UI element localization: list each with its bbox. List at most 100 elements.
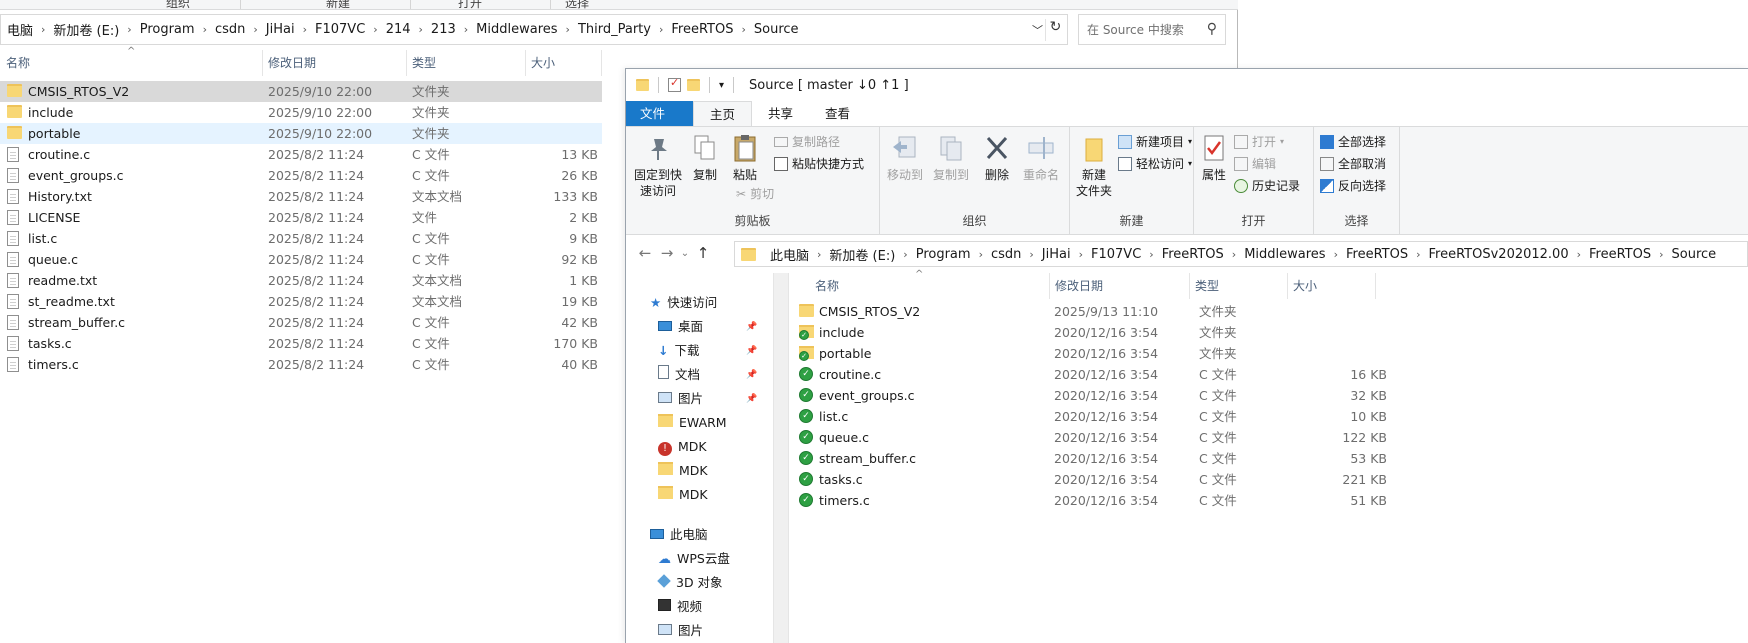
breadcrumb-item[interactable]: JiHai bbox=[1036, 247, 1077, 262]
breadcrumb-item[interactable]: Middlewares bbox=[470, 22, 563, 37]
paste-button[interactable]: 粘贴 bbox=[728, 133, 762, 183]
cut-button[interactable]: ✂ 剪切 bbox=[736, 185, 774, 202]
up-arrow-icon[interactable]: ↑ bbox=[692, 244, 714, 262]
nav-item[interactable]: ☁ WPS云盘 bbox=[658, 547, 730, 571]
easy-access-button[interactable]: 轻松访问 ▾ bbox=[1118, 155, 1192, 172]
recent-locations-icon[interactable]: ⌄ bbox=[678, 248, 692, 259]
table-row[interactable]: tasks.c 2025/8/2 11:24 C 文件 170 KB bbox=[0, 333, 602, 354]
nav-item[interactable]: 文档 📌 bbox=[658, 363, 757, 387]
table-row[interactable]: ✓ timers.c 2020/12/16 3:54 C 文件 51 KB bbox=[789, 490, 1429, 511]
new-folder-icon[interactable] bbox=[687, 79, 700, 91]
breadcrumb-item[interactable]: csdn bbox=[209, 22, 251, 37]
nav-item[interactable]: 此电脑 bbox=[650, 523, 708, 547]
nav-item[interactable]: 图片 bbox=[658, 619, 703, 643]
back-arrow-icon[interactable]: ← bbox=[634, 244, 656, 262]
breadcrumb-item[interactable]: FreeRTOSv202012.00 bbox=[1423, 247, 1575, 262]
pin-icon[interactable]: 📌 bbox=[746, 339, 757, 363]
column-header-size[interactable]: 大小 bbox=[1287, 273, 1317, 299]
table-row[interactable]: st_readme.txt 2025/8/2 11:24 文本文档 19 KB bbox=[0, 291, 602, 312]
breadcrumb-item[interactable]: F107VC bbox=[309, 22, 371, 37]
copy-path-button[interactable]: 复制路径 bbox=[774, 133, 840, 150]
breadcrumb-item[interactable]: FreeRTOS bbox=[1583, 247, 1657, 262]
rename-button[interactable]: 重命名 bbox=[1020, 133, 1062, 183]
select-all-button[interactable]: 全部选择 bbox=[1320, 133, 1386, 150]
breadcrumb-item[interactable]: Program bbox=[910, 247, 977, 262]
pin-icon[interactable]: 📌 bbox=[746, 315, 757, 339]
breadcrumb-item[interactable]: Third_Party bbox=[572, 22, 657, 37]
paste-shortcut-button[interactable]: 粘贴快捷方式 bbox=[774, 155, 864, 172]
table-row[interactable]: queue.c 2025/8/2 11:24 C 文件 92 KB bbox=[0, 249, 602, 270]
chevron-right-icon[interactable]: › bbox=[1575, 248, 1583, 261]
customize-toolbar-icon[interactable]: ▾ bbox=[719, 80, 724, 91]
table-row[interactable]: CMSIS_RTOS_V2 2025/9/10 22:00 文件夹 bbox=[0, 81, 602, 102]
table-row[interactable]: stream_buffer.c 2025/8/2 11:24 C 文件 42 KB bbox=[0, 312, 602, 333]
breadcrumb-item[interactable]: 214 bbox=[380, 22, 417, 37]
column-header-type[interactable]: 类型 bbox=[406, 50, 436, 76]
refresh-icon[interactable]: ↻ bbox=[1045, 19, 1065, 41]
chevron-right-icon[interactable]: › bbox=[815, 248, 823, 261]
tab-share[interactable]: 共享 bbox=[752, 101, 809, 126]
pin-quick-access-button[interactable]: 固定到快 速访问 bbox=[632, 133, 684, 199]
breadcrumb-item[interactable]: JiHai bbox=[260, 22, 301, 37]
column-header-type[interactable]: 类型 bbox=[1189, 273, 1219, 299]
table-row[interactable]: ✓ tasks.c 2020/12/16 3:54 C 文件 221 KB bbox=[789, 469, 1429, 490]
breadcrumb-item[interactable]: 电脑 bbox=[1, 20, 39, 39]
address-bar[interactable]: 此电脑 › 新加卷 (E:) › Program › csdn › JiHai › F107VC › F… bbox=[734, 241, 1748, 267]
chevron-right-icon[interactable]: › bbox=[564, 23, 572, 36]
table-row[interactable]: readme.txt 2025/8/2 11:24 文本文档 1 KB bbox=[0, 270, 602, 291]
table-row[interactable]: ✓ list.c 2020/12/16 3:54 C 文件 10 KB bbox=[789, 406, 1429, 427]
tab-home[interactable]: 主页 bbox=[693, 101, 753, 126]
column-header-date[interactable]: 修改日期 bbox=[262, 50, 316, 76]
chevron-right-icon[interactable]: › bbox=[371, 23, 379, 36]
pin-icon[interactable]: 📌 bbox=[746, 363, 757, 387]
breadcrumb-item[interactable]: csdn bbox=[985, 247, 1027, 262]
breadcrumb-item[interactable]: FreeRTOS bbox=[1156, 247, 1230, 262]
nav-item[interactable]: 图片 📌 bbox=[658, 387, 757, 411]
nav-item[interactable]: 3D 对象 bbox=[657, 571, 723, 595]
tab-view[interactable]: 查看 bbox=[809, 101, 866, 126]
chevron-right-icon[interactable]: › bbox=[901, 248, 909, 261]
column-header-name[interactable]: 名称 bbox=[0, 50, 30, 76]
table-row[interactable]: event_groups.c 2025/8/2 11:24 C 文件 26 KB bbox=[0, 165, 602, 186]
table-row[interactable]: timers.c 2025/8/2 11:24 C 文件 40 KB bbox=[0, 354, 602, 375]
chevron-right-icon[interactable]: › bbox=[1077, 248, 1085, 261]
open-button[interactable]: 打开 ▾ bbox=[1234, 133, 1284, 150]
breadcrumb-item[interactable]: Program bbox=[134, 22, 201, 37]
nav-item[interactable]: MDK bbox=[658, 459, 708, 483]
history-button[interactable]: 历史记录 bbox=[1234, 177, 1300, 194]
chevron-right-icon[interactable]: › bbox=[657, 23, 665, 36]
breadcrumb-item[interactable]: Source bbox=[748, 22, 805, 37]
table-row[interactable]: ✓ event_groups.c 2020/12/16 3:54 C 文件 32 KB bbox=[789, 385, 1429, 406]
edit-button[interactable]: 编辑 bbox=[1234, 155, 1276, 172]
chevron-right-icon[interactable]: › bbox=[417, 23, 425, 36]
delete-button[interactable]: 删除 bbox=[980, 133, 1014, 183]
breadcrumb-item[interactable]: FreeRTOS bbox=[1340, 247, 1414, 262]
column-header-date[interactable]: 修改日期 bbox=[1049, 273, 1103, 299]
chevron-right-icon[interactable]: › bbox=[1657, 248, 1665, 261]
breadcrumb-item[interactable]: 新加卷 (E:) bbox=[823, 245, 901, 264]
breadcrumb-item[interactable]: Source bbox=[1666, 247, 1723, 262]
chevron-right-icon[interactable]: › bbox=[1414, 248, 1422, 261]
table-row[interactable]: ✓ portable 2020/12/16 3:54 文件夹 bbox=[789, 343, 1429, 364]
chevron-right-icon[interactable]: › bbox=[201, 23, 209, 36]
table-row[interactable]: croutine.c 2025/8/2 11:24 C 文件 13 KB bbox=[0, 144, 602, 165]
table-row[interactable]: ✓ stream_buffer.c 2020/12/16 3:54 C 文件 53 KB bbox=[789, 448, 1429, 469]
properties-check-icon[interactable]: ✓ bbox=[668, 76, 681, 92]
breadcrumb-item[interactable]: 213 bbox=[425, 22, 462, 37]
nav-item[interactable]: ↓ 下载 📌 bbox=[658, 339, 757, 363]
table-row[interactable]: ✓ include 2020/12/16 3:54 文件夹 bbox=[789, 322, 1429, 343]
chevron-right-icon[interactable]: › bbox=[1332, 248, 1340, 261]
select-none-button[interactable]: 全部取消 bbox=[1320, 155, 1386, 172]
table-row[interactable]: ✓ croutine.c 2020/12/16 3:54 C 文件 16 KB bbox=[789, 364, 1429, 385]
chevron-right-icon[interactable]: › bbox=[301, 23, 309, 36]
nav-item[interactable]: 视频 bbox=[658, 595, 702, 619]
chevron-right-icon[interactable]: › bbox=[1027, 248, 1035, 261]
breadcrumb-item[interactable]: 新加卷 (E:) bbox=[47, 20, 125, 39]
table-row[interactable]: portable 2025/9/10 22:00 文件夹 bbox=[0, 123, 602, 144]
nav-item[interactable]: EWARM bbox=[658, 411, 727, 435]
chevron-right-icon[interactable]: › bbox=[977, 248, 985, 261]
address-bar[interactable]: 电脑 › 新加卷 (E:) › Program › csdn › JiHai › F107VC › 21… bbox=[0, 14, 1068, 45]
invert-selection-button[interactable]: 反向选择 bbox=[1320, 177, 1386, 194]
table-row[interactable]: list.c 2025/8/2 11:24 C 文件 9 KB bbox=[0, 228, 602, 249]
copy-to-button[interactable]: 复制到 bbox=[930, 133, 972, 183]
